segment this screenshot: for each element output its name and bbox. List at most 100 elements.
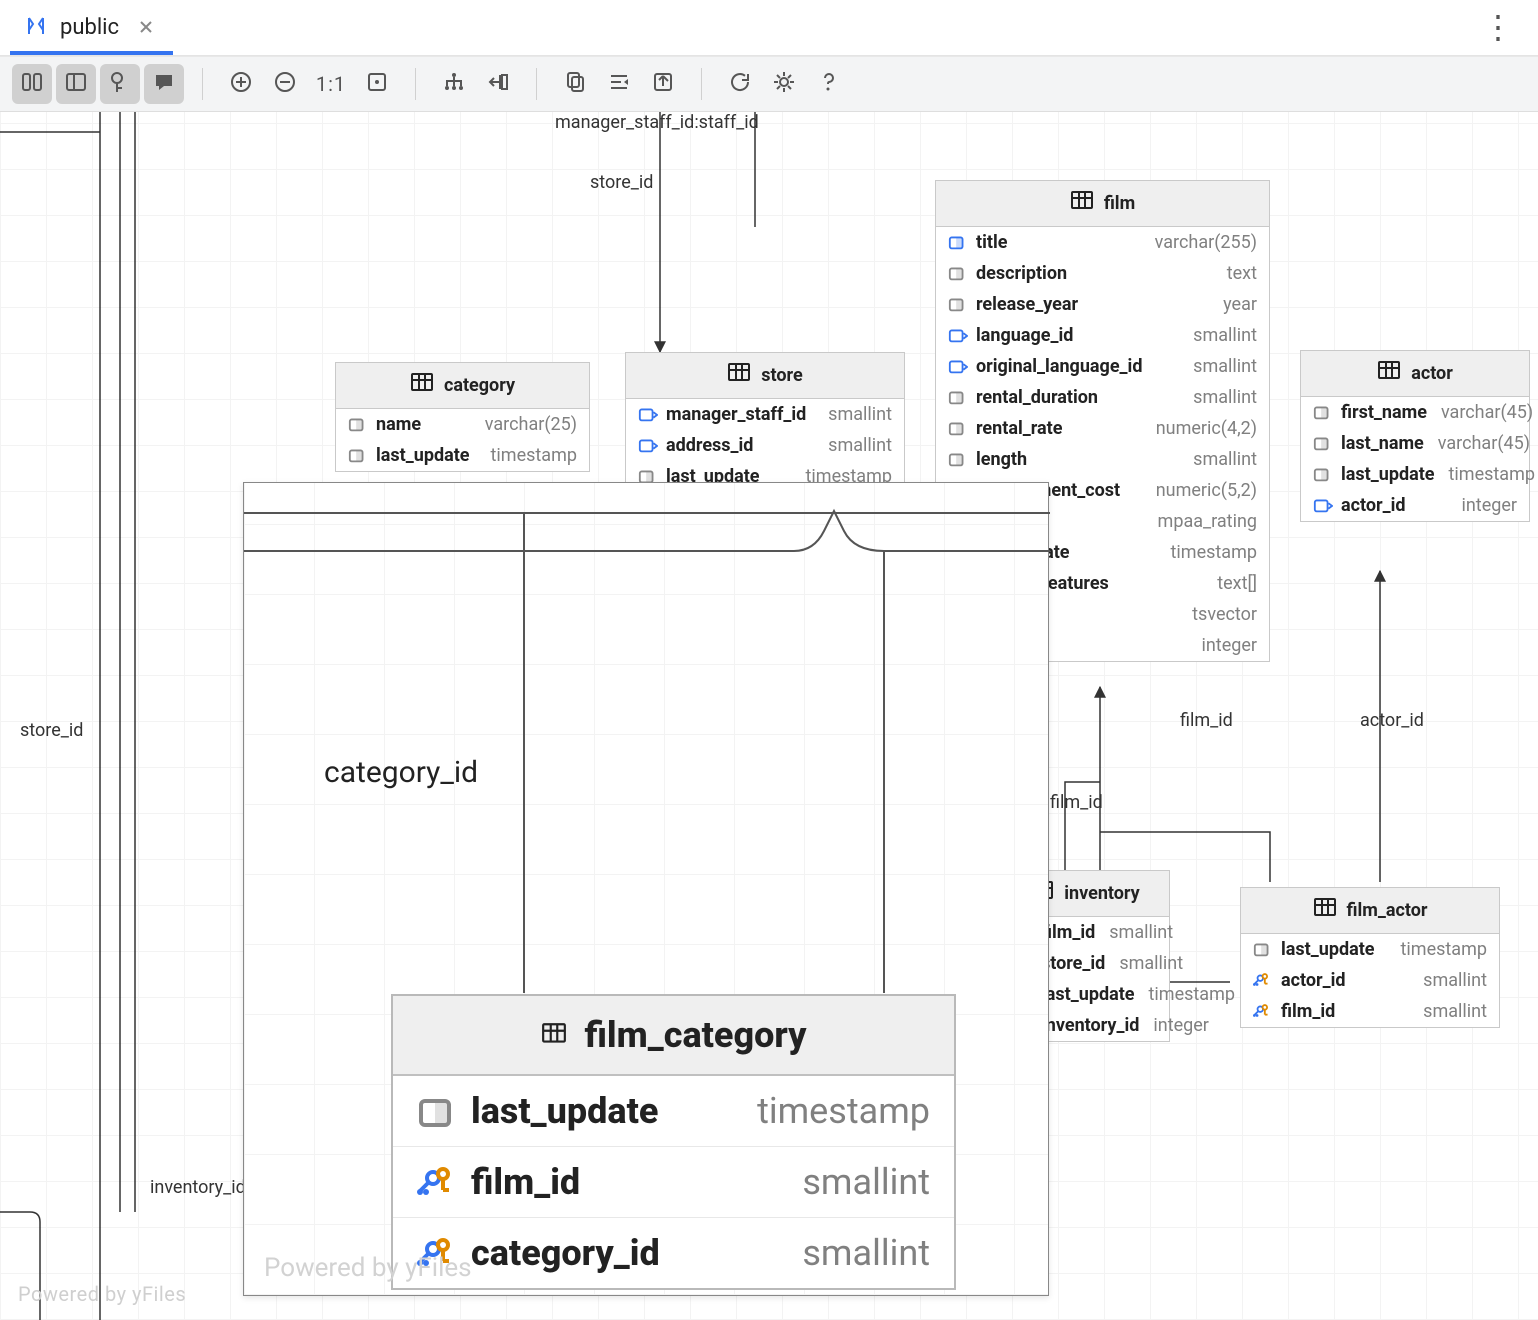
column-type: varchar(25) — [485, 414, 577, 435]
column-name: language_id — [976, 325, 1073, 346]
column-icon — [638, 437, 658, 455]
layout-panel-button[interactable] — [56, 64, 96, 104]
show-comments-button[interactable] — [144, 64, 184, 104]
column-type: timestamp — [1149, 984, 1235, 1005]
column-name: actor_id — [1281, 970, 1346, 991]
column-type: smallint — [828, 435, 892, 456]
column-row[interactable]: last_updatetimestamp — [1301, 459, 1529, 490]
table-icon — [410, 371, 434, 400]
diagram-canvas[interactable]: manager_staff_id:staff_id store_id store… — [0, 112, 1538, 1320]
collapse-button[interactable] — [478, 64, 518, 104]
column-name: film_id — [1041, 922, 1095, 943]
column-row[interactable]: category_idsmallint — [393, 1218, 954, 1288]
column-icon — [1313, 466, 1333, 484]
column-icon — [948, 296, 968, 314]
table-title: category — [444, 375, 515, 396]
column-icon — [638, 406, 658, 424]
close-icon[interactable] — [137, 18, 155, 36]
column-row[interactable]: rental_durationsmallint — [936, 382, 1269, 413]
column-name: inventory_id — [1041, 1015, 1139, 1036]
column-name: last_update — [1341, 464, 1435, 485]
zoom-out-button[interactable] — [265, 64, 305, 104]
table-actor[interactable]: actor first_namevarchar(45)last_namevarc… — [1300, 350, 1530, 522]
copy-button[interactable] — [555, 64, 595, 104]
column-row[interactable]: film_idsmallint — [393, 1147, 954, 1218]
column-icon — [1253, 941, 1273, 959]
column-row[interactable]: lengthsmallint — [936, 444, 1269, 475]
column-type: numeric(5,2) — [1156, 480, 1257, 501]
zoom-actual-button[interactable]: 1:1 — [309, 64, 353, 104]
table-film-category[interactable]: film_category last_update timestamp film_i… — [391, 994, 956, 1290]
column-name: description — [976, 263, 1067, 284]
table-icon — [541, 1014, 567, 1056]
tab-public[interactable]: public — [10, 0, 173, 55]
table-film-actor[interactable]: film_actor last_updatetimestampactor_ids… — [1240, 887, 1500, 1028]
column-name: last_update — [1041, 984, 1135, 1005]
edge-label: store_id — [20, 720, 83, 741]
layout-tree-button[interactable] — [434, 64, 474, 104]
column-row[interactable]: last_namevarchar(45) — [1301, 428, 1529, 459]
column-row[interactable]: actor_idinteger — [1301, 490, 1529, 521]
column-type: smallint — [1119, 953, 1183, 974]
show-keys-button[interactable] — [100, 64, 140, 104]
layout-columns-button[interactable] — [12, 64, 52, 104]
magnifier-overlay[interactable]: category_id film_category last_update tim… — [243, 482, 1049, 1296]
toolbar: 1:1 — [0, 56, 1538, 112]
edge-label: inventory_id — [150, 1177, 246, 1198]
column-type: mpaa_rating — [1158, 511, 1257, 532]
column-type: smallint — [1193, 387, 1257, 408]
column-name: first_name — [1341, 402, 1427, 423]
column-row[interactable]: name varchar(25) — [336, 409, 589, 440]
column-row[interactable]: titlevarchar(255) — [936, 227, 1269, 258]
column-row[interactable]: actor_id smallint — [1241, 965, 1499, 996]
column-row[interactable]: description text — [936, 258, 1269, 289]
column-row[interactable]: original_language_idsmallint — [936, 351, 1269, 382]
tab-menu-icon[interactable]: ⋮ — [1458, 0, 1538, 55]
help-button[interactable] — [808, 64, 848, 104]
column-row[interactable]: language_idsmallint — [936, 320, 1269, 351]
column-row[interactable]: last_updatetimestamp — [1241, 934, 1499, 965]
zoom-in-button[interactable] — [221, 64, 261, 104]
column-icon — [948, 389, 968, 407]
table-store[interactable]: store manager_staff_idsmallintaddress_id… — [625, 352, 905, 493]
table-title: film_category — [585, 1014, 807, 1056]
column-type: text — [1227, 263, 1257, 284]
column-type: smallint — [1423, 970, 1487, 991]
column-name: film_id — [471, 1161, 580, 1203]
column-name: name — [376, 414, 421, 435]
column-row[interactable]: manager_staff_idsmallint — [626, 399, 904, 430]
column-row[interactable]: last_updatetimestamp — [336, 440, 589, 471]
column-type: smallint — [828, 404, 892, 425]
column-icon — [948, 358, 968, 376]
column-row[interactable]: release_yearyear — [936, 289, 1269, 320]
table-title: actor — [1411, 363, 1453, 384]
column-icon — [948, 451, 968, 469]
column-icon — [1253, 972, 1273, 990]
column-name: last_name — [1341, 433, 1424, 454]
column-type: timestamp — [1401, 939, 1487, 960]
column-name: original_language_id — [976, 356, 1142, 377]
tab-label: public — [60, 15, 119, 40]
column-row[interactable]: first_namevarchar(45) — [1301, 397, 1529, 428]
table-category[interactable]: category name varchar(25) last_updatetimes… — [335, 362, 590, 472]
edge-label: film_id — [1050, 792, 1103, 813]
column-name: actor_id — [1341, 495, 1406, 516]
column-icon — [1313, 435, 1333, 453]
column-name: last_update — [471, 1090, 658, 1132]
yfiles-watermark: Powered by yFiles — [264, 1253, 472, 1283]
column-row[interactable]: rental_ratenumeric(4,2) — [936, 413, 1269, 444]
edge-label: category_id — [324, 755, 478, 790]
refresh-button[interactable] — [720, 64, 760, 104]
export-button[interactable] — [643, 64, 683, 104]
column-row[interactable]: film_idsmallint — [1241, 996, 1499, 1027]
zoom-fit-button[interactable] — [357, 64, 397, 104]
column-type: timestamp — [491, 445, 577, 466]
column-icon — [948, 327, 968, 345]
column-row[interactable]: address_idsmallint — [626, 430, 904, 461]
settings-button[interactable] — [764, 64, 804, 104]
table-icon — [1313, 896, 1337, 925]
column-type: smallint — [1193, 449, 1257, 470]
align-button[interactable] — [599, 64, 639, 104]
column-type: timestamp — [757, 1090, 930, 1132]
column-row[interactable]: last_update timestamp — [393, 1076, 954, 1147]
